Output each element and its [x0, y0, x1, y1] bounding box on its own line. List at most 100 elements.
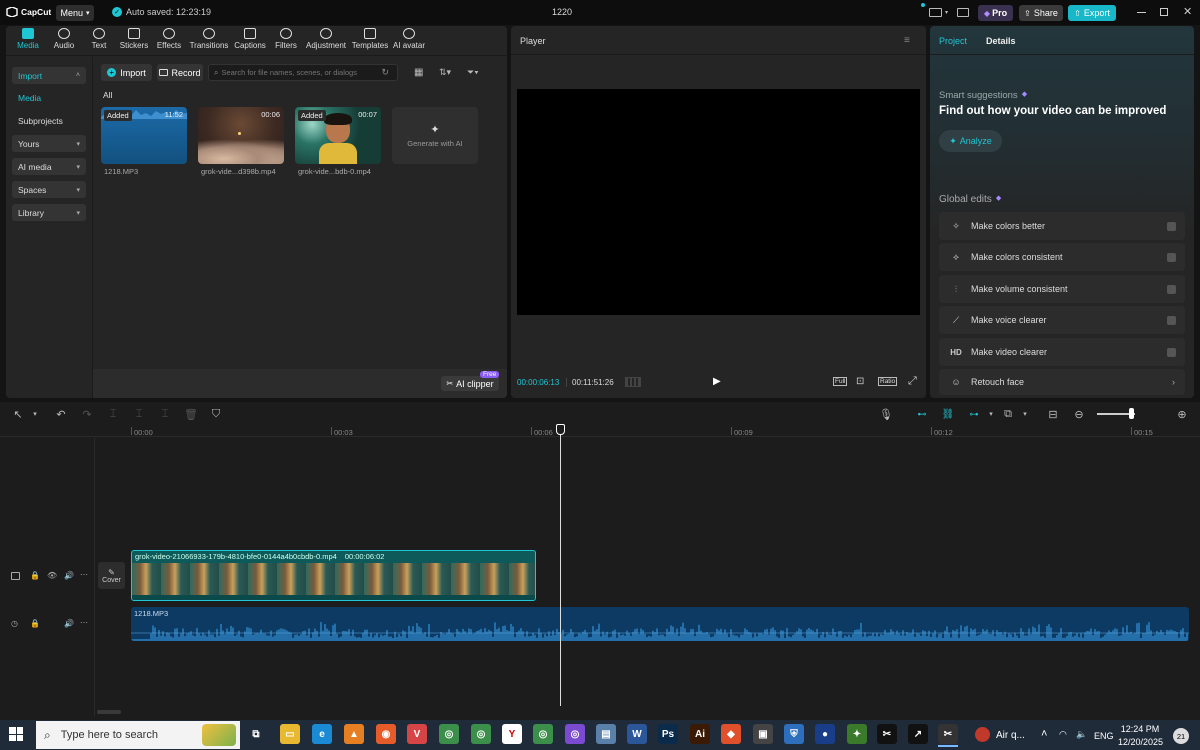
brave-icon[interactable]: ◆ — [721, 724, 741, 744]
video-preview[interactable] — [517, 89, 920, 315]
make-volume-consistent-row[interactable]: ⫶ Make volume consistent — [939, 275, 1185, 303]
menu-button[interactable]: Menu ▾ — [56, 5, 94, 21]
capcut-app-icon[interactable]: ✂ — [877, 724, 897, 744]
edge-icon[interactable]: e — [312, 724, 332, 744]
lock-icon[interactable]: 🔒 — [30, 619, 40, 628]
keyboard-icon[interactable] — [957, 8, 969, 17]
fullscreen-icon[interactable]: ⤢ — [908, 375, 917, 388]
toggle[interactable] — [1167, 315, 1176, 325]
ratio-button[interactable]: Ratio — [878, 377, 898, 386]
compound-clip-icon[interactable]: ⧉ — [1000, 406, 1016, 422]
record-button[interactable]: Record — [157, 64, 203, 81]
chevron-down-icon[interactable]: ▾ — [27, 406, 43, 422]
zoom-fit-icon[interactable]: ⊡ — [856, 376, 864, 387]
photoshop-icon[interactable]: Ps — [658, 724, 678, 744]
pro-button[interactable]: ◆ Pro — [978, 5, 1013, 21]
app-circle-icon[interactable]: ● — [815, 724, 835, 744]
sidebar-item-yours[interactable]: Yours ▾ — [12, 135, 86, 152]
maps-icon[interactable]: ✦ — [847, 724, 867, 744]
chevron-down-icon[interactable]: ▾ — [983, 406, 999, 422]
zoom-out-icon[interactable]: ⊖ — [1071, 406, 1087, 422]
task-view-icon[interactable]: ⧉ — [246, 724, 266, 744]
refresh-icon[interactable]: ↻ — [381, 67, 389, 78]
maximize-icon[interactable] — [1160, 8, 1168, 16]
illustrator-icon[interactable]: Ai — [690, 724, 710, 744]
search-input[interactable] — [221, 68, 382, 77]
security-icon[interactable]: ⛨ — [784, 724, 804, 744]
playhead[interactable] — [560, 428, 561, 706]
split-left-icon[interactable]: ⌶ — [131, 406, 147, 422]
layout-dropdown-icon[interactable]: ▾ — [945, 9, 948, 16]
filter-icon[interactable]: ⏷▾ — [467, 67, 479, 78]
tab-project[interactable]: Project — [939, 36, 967, 46]
make-colors-better-row[interactable]: ✧ Make colors better — [939, 212, 1185, 240]
external-app-icon[interactable]: ↗ — [908, 724, 928, 744]
toggle[interactable] — [1167, 221, 1176, 231]
hamburger-menu-icon[interactable]: ≡ — [904, 35, 910, 46]
media-item-video-1[interactable]: 00:06 — [198, 107, 284, 164]
volume-icon[interactable]: 🔊 — [64, 571, 74, 580]
timeline-ruler[interactable] — [0, 425, 1200, 437]
export-button[interactable]: ⇧ Export — [1068, 5, 1116, 21]
chrome-profile-icon[interactable]: ◎ — [471, 724, 491, 744]
make-video-clearer-row[interactable]: HD Make video clearer — [939, 338, 1185, 366]
chevron-down-icon[interactable]: ▾ — [1017, 406, 1033, 422]
wifi-icon[interactable]: ◠ — [1059, 729, 1067, 740]
main-track-magnet-icon[interactable]: ⊷ — [912, 406, 932, 422]
vlc-icon[interactable]: ▲ — [344, 724, 364, 744]
language-label[interactable]: ENG — [1094, 731, 1114, 741]
media-item-audio[interactable]: Added 11:52 — [101, 107, 187, 164]
vivaldi-icon[interactable]: V — [407, 724, 427, 744]
notepad-icon[interactable]: ▤ — [596, 724, 616, 744]
audio-clip[interactable]: 1218.MP3 — [131, 607, 1189, 641]
chrome-icon[interactable]: ◎ — [439, 724, 459, 744]
playhead-handle[interactable] — [556, 424, 565, 435]
clock[interactable]: 12:24 PM 12/20/2025 — [1118, 724, 1163, 747]
screen-icon[interactable]: ⊟ — [1045, 406, 1061, 422]
notification-count[interactable]: 21 — [1173, 728, 1189, 744]
toggle[interactable] — [1167, 284, 1176, 294]
sidebar-item-ai-media[interactable]: AI media ▾ — [12, 158, 86, 175]
layout-icon[interactable] — [929, 8, 942, 17]
chrome-alt-icon[interactable]: ◎ — [533, 724, 553, 744]
weather-label[interactable]: Air q... — [996, 730, 1025, 741]
firefox-icon[interactable]: ◉ — [376, 724, 396, 744]
more-icon[interactable]: ⋯ — [80, 570, 88, 579]
shield-icon[interactable]: ⛉ — [208, 406, 224, 422]
taskbar-search[interactable]: ⌕ Type here to search — [36, 721, 240, 749]
zoom-in-icon[interactable]: ⊕ — [1174, 406, 1190, 422]
chevron-up-icon[interactable]: ˄ — [1041, 728, 1047, 740]
select-tool-icon[interactable]: ↖ — [10, 406, 26, 422]
word-icon[interactable]: W — [627, 724, 647, 744]
undo-icon[interactable]: ↶ — [53, 406, 69, 422]
speaker-icon[interactable]: 🔈 — [1076, 729, 1087, 740]
horizontal-scrollbar[interactable] — [97, 710, 121, 714]
yandex-icon[interactable]: Y — [502, 724, 522, 744]
sidebar-item-import[interactable]: Import ˄ — [12, 67, 86, 84]
split-icon[interactable]: ⌶ — [105, 406, 121, 422]
media-search[interactable]: ⌕ ↻ — [208, 64, 398, 81]
sidebar-item-media[interactable]: Media — [12, 89, 86, 106]
microphone-icon[interactable]: 🎙 — [878, 406, 894, 422]
sort-icon[interactable]: ⇅▾ — [439, 67, 451, 78]
more-icon[interactable]: ⋯ — [80, 618, 88, 627]
tab-ai-avatar[interactable]: AI avatar — [379, 28, 439, 50]
chrome-user-icon[interactable]: ◎ — [565, 724, 585, 744]
sidebar-item-subprojects[interactable]: Subprojects — [12, 112, 86, 129]
play-icon[interactable]: ▶ — [713, 376, 721, 387]
sidebar-item-spaces[interactable]: Spaces ▾ — [12, 181, 86, 198]
grid-view-icon[interactable]: ▦ — [414, 67, 423, 78]
full-button[interactable]: Full — [833, 377, 848, 386]
share-button[interactable]: ⇪ Share — [1019, 5, 1063, 21]
zoom-slider-handle[interactable] — [1129, 408, 1134, 419]
retouch-face-row[interactable]: ☺ Retouch face › — [939, 369, 1185, 395]
timeline-view-icon[interactable] — [625, 377, 641, 387]
toggle[interactable] — [1167, 252, 1176, 262]
close-icon[interactable]: ✕ — [1183, 5, 1192, 18]
linkage-icon[interactable]: ⛓ — [938, 406, 958, 422]
ai-clipper-button[interactable]: ✂ AI clipper — [441, 376, 499, 391]
capcut-active-icon[interactable]: ✂ — [938, 724, 958, 744]
make-voice-clearer-row[interactable]: ⟋ Make voice clearer — [939, 306, 1185, 334]
toggle[interactable] — [1167, 347, 1176, 357]
delete-icon[interactable]: 🗑 — [183, 406, 199, 422]
